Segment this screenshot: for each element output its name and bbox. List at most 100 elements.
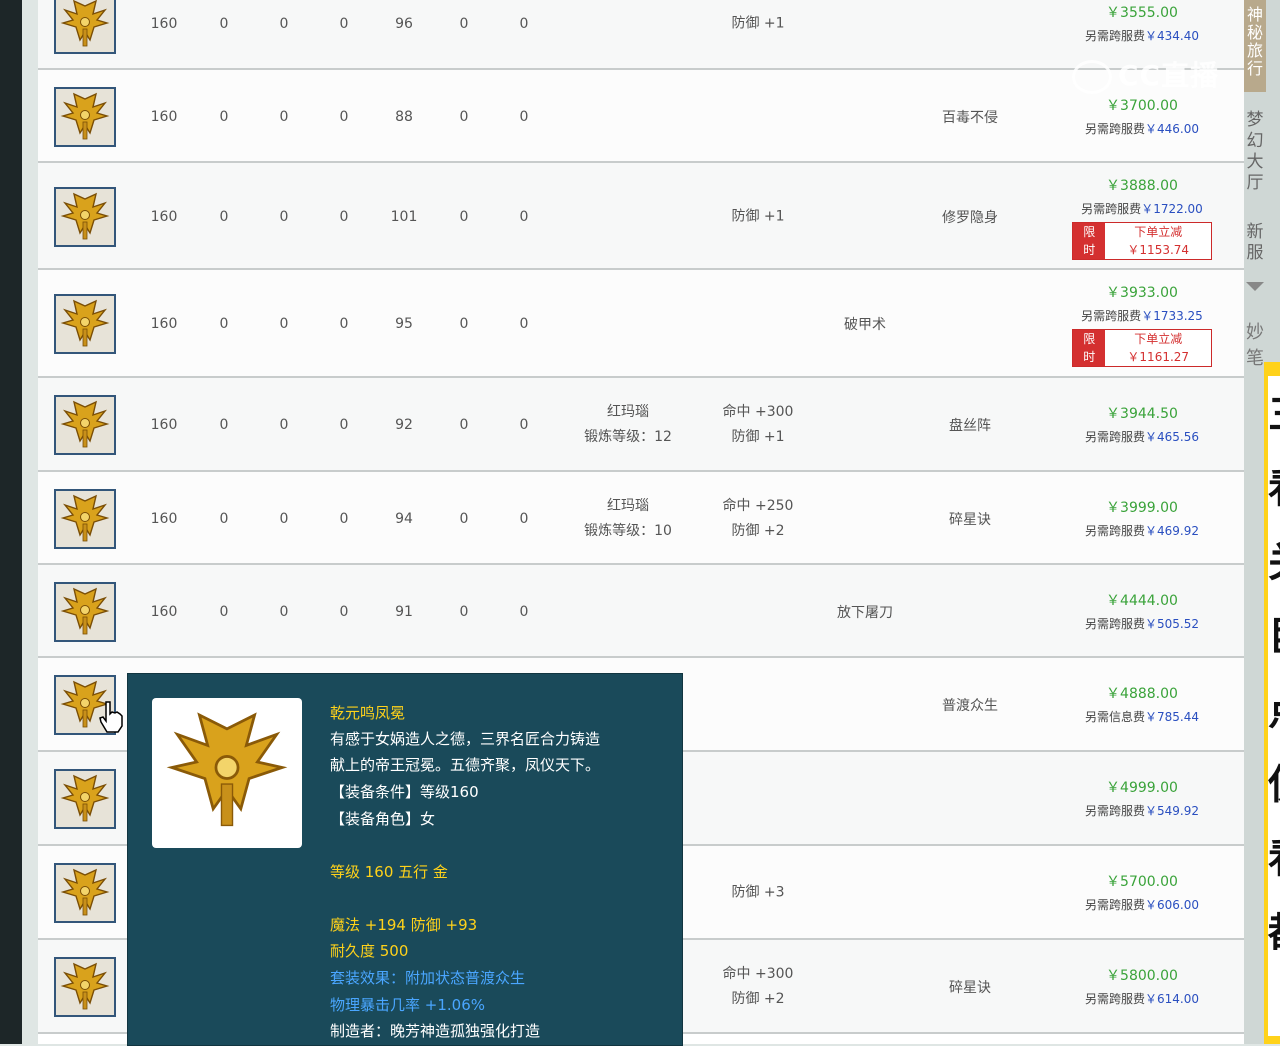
crown-icon[interactable] bbox=[54, 581, 116, 642]
attr-line: 防御 +1 bbox=[731, 15, 785, 32]
table-row[interactable]: 160 0 0 0 92 0 0 红玛瑙 锻炼等级：12 命中 +300 防御 +1 盘丝阵 ￥3944… bbox=[38, 378, 1244, 472]
fee-line: 另需跨服费￥469.92 bbox=[1084, 523, 1199, 538]
cell-c4: 96 bbox=[395, 16, 413, 32]
cell-c6: 0 bbox=[519, 316, 529, 332]
fee-line: 另需跨服费￥446.00 bbox=[1084, 121, 1199, 136]
promo-text: 三看关巨点使看都 bbox=[1268, 378, 1280, 970]
tooltip-set-effect: 套装效果：附加状态普渡众生 bbox=[330, 969, 526, 987]
left-margin bbox=[22, 0, 38, 1044]
promo-char: 关 bbox=[1268, 526, 1280, 600]
price-cell: ￥4999.00 另需跨服费￥549.92 bbox=[1072, 776, 1212, 822]
table-row[interactable]: 160 0 0 0 94 0 0 红玛瑙 锻炼等级：10 命中 +250 防御 +2 碎星诀 ￥3999… bbox=[38, 472, 1244, 565]
stream-watermark: CC直播 bbox=[1072, 54, 1219, 94]
cell-c5: 0 bbox=[459, 208, 469, 225]
price-cell: ￥3944.50 另需跨服费￥465.56 bbox=[1072, 402, 1212, 448]
table-row[interactable]: 160 0 0 0 95 0 0 破甲术 ￥3933.00 另需跨服费￥1733.25 限时 下单立减… bbox=[38, 270, 1244, 378]
price-value: ￥4999.00 bbox=[1106, 780, 1178, 796]
item-tooltip: 乾元鸣凤冕 有感于女娲造人之德，三界名匠合力铸造 献上的帝王冠冕。五德齐聚，凤仪… bbox=[127, 673, 683, 1046]
tooltip-durability: 耐久度 500 bbox=[330, 942, 409, 960]
promo-char: 都 bbox=[1268, 896, 1280, 970]
cell-level: 160 bbox=[150, 16, 178, 32]
promo-char: 点 bbox=[1268, 674, 1280, 748]
table-row[interactable]: 160 0 0 0 88 0 0 百毒不侵 ￥3700.00 另需跨服费￥446.00 bbox=[38, 70, 1244, 163]
promo-char: 使 bbox=[1268, 748, 1280, 822]
cell-c4: 101 bbox=[390, 208, 418, 225]
chevron-down-icon[interactable] bbox=[1246, 282, 1264, 291]
crown-icon[interactable] bbox=[54, 957, 116, 1017]
crown-icon[interactable] bbox=[54, 395, 116, 455]
price-cell: ￥5800.00 另需跨服费￥614.00 bbox=[1072, 964, 1212, 1010]
attr-line: 防御 +2 bbox=[731, 522, 785, 539]
cell-c3: 0 bbox=[339, 108, 349, 125]
promo-text: 下单立减￥1161.27 bbox=[1105, 330, 1211, 366]
crown-icon[interactable] bbox=[54, 0, 116, 54]
fee-line: 另需跨服费￥505.52 bbox=[1084, 616, 1199, 631]
attr-cell: 命中 +250 防御 +2 bbox=[698, 494, 818, 544]
attr-cell: 命中 +300 防御 +1 bbox=[698, 400, 818, 450]
price-cell: ￥3700.00 另需跨服费￥446.00 bbox=[1072, 94, 1212, 140]
table-row[interactable]: 160 0 0 0 96 0 0 防御 +1 ￥3555.00 另需跨服费￥434.40 bbox=[38, 0, 1244, 70]
cell-c5: 0 bbox=[459, 16, 469, 32]
promo-char: 巨 bbox=[1268, 600, 1280, 674]
cell-c2: 0 bbox=[279, 417, 289, 433]
cell-c4: 95 bbox=[395, 316, 413, 332]
fee-line: 另需跨服费￥434.40 bbox=[1084, 29, 1199, 43]
tooltip-req-level: 【装备条件】等级160 bbox=[330, 783, 479, 801]
price-cell: ￥4888.00 另需信息费￥785.44 bbox=[1072, 682, 1212, 728]
tooltip-maker: 制造者：晚芳神造孤独强化打造 bbox=[330, 1022, 541, 1040]
cell-c1: 0 bbox=[219, 208, 229, 225]
cell-c3: 0 bbox=[339, 316, 349, 332]
cell-level: 160 bbox=[150, 208, 178, 225]
cell-c5: 0 bbox=[459, 510, 469, 527]
price-cell: ￥4444.00 另需跨服费￥505.52 bbox=[1072, 589, 1212, 635]
cell-c3: 0 bbox=[339, 417, 349, 433]
cell-c1: 0 bbox=[219, 510, 229, 527]
table-row[interactable]: 160 0 0 0 91 0 0 放下屠刀 ￥4444.00 另需跨服费￥505.52 bbox=[38, 565, 1244, 658]
fee-line: 另需跨服费￥1733.25 bbox=[1081, 309, 1203, 323]
price-value: ￥3888.00 bbox=[1106, 177, 1178, 194]
promo-badge: 限时 下单立减￥1153.74 bbox=[1072, 221, 1212, 260]
price-value: ￥3555.00 bbox=[1106, 5, 1178, 21]
cell-level: 160 bbox=[150, 108, 178, 125]
cell-c6: 0 bbox=[519, 108, 529, 125]
special-cell: 放下屠刀 bbox=[837, 604, 893, 621]
attr-line: 防御 +1 bbox=[731, 208, 785, 224]
cell-c6: 0 bbox=[519, 603, 529, 620]
sidebar-tab-new-server[interactable]: 新服 bbox=[1244, 222, 1266, 264]
cell-c1: 0 bbox=[219, 16, 229, 32]
sidebar-tab-lobby[interactable]: 梦幻大厅 bbox=[1244, 110, 1266, 194]
cell-c4: 94 bbox=[395, 510, 413, 527]
price-value: ￥4444.00 bbox=[1106, 592, 1178, 609]
cell-c6: 0 bbox=[519, 208, 529, 225]
promo-char: 看 bbox=[1268, 452, 1280, 526]
attr-line: 命中 +300 bbox=[722, 966, 794, 982]
crown-icon[interactable] bbox=[54, 86, 116, 147]
skill-cell: 盘丝阵 bbox=[949, 418, 991, 434]
price-value: ￥3944.50 bbox=[1106, 406, 1178, 422]
skill-cell: 修罗隐身 bbox=[942, 209, 998, 226]
item-large-icon bbox=[152, 698, 302, 848]
table-row[interactable]: 160 0 0 0 101 0 0 防御 +1 修罗隐身 ￥3888.00 另需跨服费￥1722.0… bbox=[38, 163, 1244, 270]
cell-level: 160 bbox=[150, 510, 178, 527]
cell-c6: 0 bbox=[519, 16, 529, 32]
fee-line: 另需跨服费￥614.00 bbox=[1084, 992, 1199, 1006]
skill-cell: 碎星诀 bbox=[949, 980, 991, 996]
crown-icon[interactable] bbox=[54, 186, 116, 247]
sidebar-tab-mystery-travel[interactable]: 神秘旅行 bbox=[1244, 0, 1266, 92]
crown-icon[interactable] bbox=[54, 488, 116, 549]
cell-c2: 0 bbox=[279, 208, 289, 225]
cell-level: 160 bbox=[150, 417, 178, 433]
cell-c1: 0 bbox=[219, 316, 229, 332]
gem-cell: 红玛瑙 锻炼等级：10 bbox=[558, 494, 698, 544]
crown-icon[interactable] bbox=[54, 769, 116, 829]
price-value: ￥3933.00 bbox=[1106, 285, 1178, 301]
crown-icon[interactable] bbox=[54, 863, 116, 923]
price-cell: ￥3933.00 另需跨服费￥1733.25 限时 下单立减￥1161.27 bbox=[1072, 281, 1212, 367]
cell-c1: 0 bbox=[219, 603, 229, 620]
cell-c5: 0 bbox=[459, 417, 469, 433]
crown-icon[interactable] bbox=[54, 294, 116, 354]
fee-line: 另需跨服费￥606.00 bbox=[1084, 898, 1199, 912]
attr-line: 命中 +300 bbox=[722, 404, 794, 420]
fee-line: 另需跨服费￥465.56 bbox=[1084, 430, 1199, 444]
cell-level: 160 bbox=[150, 603, 178, 620]
